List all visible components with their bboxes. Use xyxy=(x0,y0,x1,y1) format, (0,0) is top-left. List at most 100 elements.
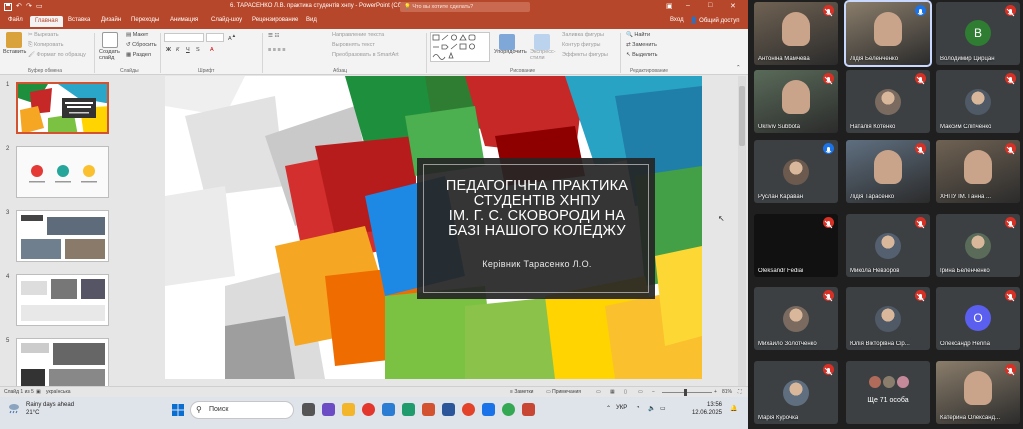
shapes-gallery[interactable] xyxy=(430,32,490,62)
save-icon[interactable] xyxy=(4,3,12,11)
minimize-button[interactable]: – xyxy=(686,2,690,9)
tab-view[interactable]: Вид xyxy=(306,17,317,23)
store-icon[interactable] xyxy=(382,403,395,416)
zoom-slider-thumb[interactable] xyxy=(684,389,687,396)
bullets-icon[interactable]: ☰ ☷ xyxy=(268,33,279,39)
zoom-out-icon[interactable]: − xyxy=(652,389,655,395)
italic-button[interactable]: К xyxy=(176,47,179,53)
redo-icon[interactable]: ↷ xyxy=(26,2,32,10)
participant-tile[interactable]: Лідія Тарасенко xyxy=(846,140,930,203)
quick-styles-icon[interactable] xyxy=(534,34,550,50)
participant-tile[interactable]: Ukriviv Subbota xyxy=(754,70,838,133)
participant-tile[interactable]: Максим Сліпченко xyxy=(936,70,1020,133)
smartart-button[interactable]: Преобразовать в SmartArt xyxy=(332,52,399,58)
tray-overflow-icon[interactable]: ⌃ xyxy=(606,405,611,412)
arrange-icon[interactable] xyxy=(499,34,515,50)
participant-tile[interactable]: Наталія Котенко xyxy=(846,70,930,133)
slideshow-start-icon[interactable]: ▭ xyxy=(36,2,43,10)
arrange-button[interactable]: Упорядочить xyxy=(494,49,527,55)
quick-styles-button[interactable]: Экспресс-стили xyxy=(530,49,558,61)
task-view-icon[interactable] xyxy=(302,403,315,416)
current-slide[interactable]: ПЕДАГОГІЧНА ПРАКТИКА СТУДЕНТІВ ХНПУ ІМ. … xyxy=(165,76,702,379)
replace-button[interactable]: ⇄ Заменить xyxy=(626,42,657,48)
maximize-button[interactable]: □ xyxy=(708,2,712,9)
tab-insert[interactable]: Вставка xyxy=(68,17,90,23)
vertical-scrollbar[interactable] xyxy=(738,76,746,386)
battery-icon[interactable]: ▭ xyxy=(660,405,666,412)
slide-thumbnail-1[interactable] xyxy=(16,82,109,134)
meet-icon[interactable] xyxy=(502,403,515,416)
layout-button[interactable]: ▤ Макет xyxy=(126,32,148,38)
underline-button[interactable]: Ч xyxy=(186,47,190,53)
tab-file[interactable]: Файл xyxy=(8,17,23,23)
taskbar-search[interactable]: ⚲ Поиск xyxy=(190,401,294,419)
file-explorer-icon[interactable] xyxy=(342,403,355,416)
normal-view-icon[interactable]: ▭ xyxy=(596,389,601,395)
strike-button[interactable]: S xyxy=(196,47,200,53)
tab-home[interactable]: Главная xyxy=(30,16,63,27)
tab-review[interactable]: Рецензирование xyxy=(252,17,298,23)
participant-tile[interactable]: Руслан Караван xyxy=(754,140,838,203)
format-painter-button[interactable]: 🖌 Формат по образцу xyxy=(28,52,86,58)
font-size-box[interactable] xyxy=(206,33,224,42)
participant-tile[interactable]: Антоніна Мамчева xyxy=(754,2,838,65)
cut-button[interactable]: ✂ Вырезать xyxy=(28,32,59,38)
font-color-button[interactable]: A xyxy=(210,47,214,53)
bold-button[interactable]: Ж xyxy=(166,47,171,53)
word-taskbar-icon[interactable] xyxy=(442,403,455,416)
participant-tile[interactable]: O Олександр Herina xyxy=(936,287,1020,350)
reading-view-icon[interactable]: ▯ xyxy=(624,389,627,395)
participant-tile[interactable]: Лідія Беленченко xyxy=(844,0,932,67)
spellcheck-icon[interactable]: ▣ xyxy=(36,389,41,395)
fit-slide-icon[interactable]: ⛶ xyxy=(738,389,742,395)
tab-slideshow[interactable]: Слайд-шоу xyxy=(211,17,242,23)
scrollbar-thumb[interactable] xyxy=(739,86,745,146)
text-direction-button[interactable]: Направление текста xyxy=(332,32,384,38)
edge-icon[interactable] xyxy=(402,403,415,416)
notes-button[interactable]: ≡ Заметки xyxy=(510,389,533,395)
shape-fill-button[interactable]: Заливка фигуры xyxy=(562,32,604,38)
title-placeholder[interactable]: ПЕДАГОГІЧНА ПРАКТИКА СТУДЕНТІВ ХНПУ ІМ. … xyxy=(417,158,655,299)
shape-outline-button[interactable]: Контур фигуры xyxy=(562,42,600,48)
participant-tile[interactable]: Ще 71 особа xyxy=(846,361,930,424)
participant-tile[interactable]: Микола Невзоров xyxy=(846,214,930,277)
section-button[interactable]: ▦ Раздел xyxy=(126,52,151,58)
select-button[interactable]: ↖ Выделить xyxy=(626,52,658,58)
shape-effects-button[interactable]: Эффекты фигуры xyxy=(562,52,608,58)
windows-start-icon[interactable] xyxy=(172,404,184,416)
collapse-ribbon-icon[interactable]: ⌃ xyxy=(736,65,741,71)
paste-button[interactable]: Вставить xyxy=(3,49,26,55)
rain-cloud-icon[interactable] xyxy=(8,402,20,414)
close-button[interactable]: ✕ xyxy=(730,2,736,10)
paste-icon[interactable] xyxy=(6,32,22,48)
slideshow-view-icon[interactable]: ▭ xyxy=(638,389,643,395)
copy-button[interactable]: ⎘ Копировать xyxy=(28,42,64,49)
sorter-view-icon[interactable]: ▦ xyxy=(610,389,615,395)
slide-thumbnail-3[interactable] xyxy=(16,210,109,262)
font-grow-icon[interactable]: A▲ xyxy=(228,33,236,42)
participant-tile[interactable]: Марія Курочка xyxy=(754,361,838,424)
participant-tile[interactable]: В Володимир Цирцан xyxy=(936,2,1020,65)
font-name-box[interactable] xyxy=(164,33,204,42)
new-slide-button[interactable]: Создать слайд xyxy=(99,49,125,61)
wifi-icon[interactable]: ◔ xyxy=(636,405,640,411)
zoom-in-icon[interactable]: + xyxy=(714,389,717,395)
volume-icon[interactable]: 🔈 xyxy=(648,405,655,412)
zoom-slider[interactable] xyxy=(662,389,712,396)
participant-tile[interactable]: Михайло Золотченко xyxy=(754,287,838,350)
reset-button[interactable]: ↺ Сбросить xyxy=(126,42,157,48)
taskbar-time[interactable]: 13:56 xyxy=(682,402,722,408)
participant-tile[interactable]: ХНПУ ІМ. Ганна ... xyxy=(936,140,1020,203)
notifications-icon[interactable]: 🔔 xyxy=(730,405,737,412)
language-indicator[interactable]: українська xyxy=(46,389,71,395)
new-slide-icon[interactable] xyxy=(102,32,118,48)
participant-tile[interactable]: Катерина Олександ... xyxy=(936,361,1020,424)
participant-tile[interactable]: Юлія Вікторівна Сір... xyxy=(846,287,930,350)
tab-transitions[interactable]: Переходы xyxy=(131,17,159,23)
weather-temperature[interactable]: 21°C xyxy=(26,410,39,416)
participant-tile[interactable]: Oleksandr Fediai xyxy=(754,214,838,277)
participant-tile[interactable]: Ірина Беленченко xyxy=(936,214,1020,277)
slide-thumbnail-5[interactable] xyxy=(16,338,109,390)
align-icon[interactable]: ≡ ≡ ≡ ≡ xyxy=(268,47,285,53)
opera-icon[interactable] xyxy=(462,403,475,416)
